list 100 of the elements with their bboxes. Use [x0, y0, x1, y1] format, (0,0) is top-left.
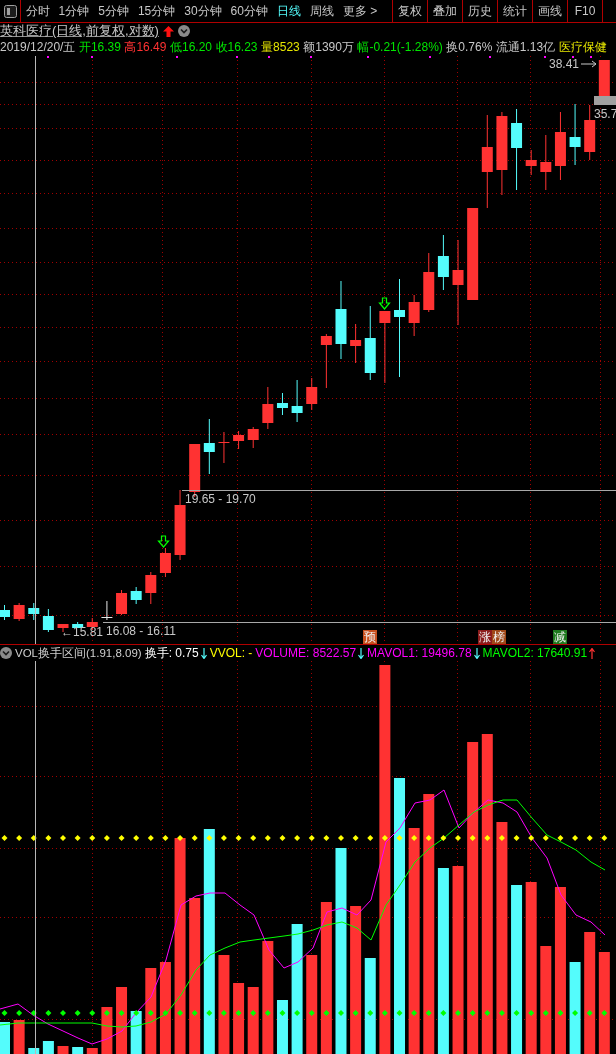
price-reading: 高16.49 — [124, 39, 167, 56]
candlestick — [554, 111, 566, 181]
volume-bar — [13, 1020, 25, 1054]
event-marker-icon — [429, 56, 431, 58]
period-tab[interactable]: 日线 — [272, 0, 306, 22]
candlestick — [72, 621, 84, 629]
event-marker-icon — [91, 56, 93, 58]
chart-title: 英科医疗(日线,前复权,对数) — [0, 23, 159, 39]
volume-bar — [276, 1000, 288, 1054]
candlestick — [423, 252, 435, 313]
event-tag[interactable]: 榜 — [492, 630, 506, 644]
tool-button[interactable]: 画线 — [532, 0, 567, 22]
down-arrow-icon — [378, 297, 391, 310]
volume-bar — [0, 1022, 10, 1054]
period-tab[interactable]: 5分钟 — [93, 0, 134, 22]
period-tab[interactable]: 周线 — [305, 0, 339, 22]
period-tab[interactable]: 更多 > — [338, 0, 382, 22]
candlestick — [350, 323, 362, 364]
date-text: 2019/12/20/五 — [0, 39, 76, 56]
chevron-down-icon[interactable] — [0, 647, 12, 659]
price-label: 38.41 — [549, 58, 580, 71]
price-reading: 收16.23 — [215, 39, 258, 56]
candlestick — [584, 104, 596, 161]
indicator-reading: VOLUME: 8522.57 — [255, 645, 357, 661]
candlestick — [408, 294, 420, 337]
candlestick — [276, 392, 288, 416]
event-marker-icon — [310, 56, 312, 58]
candlestick — [145, 571, 157, 605]
panel-icon[interactable] — [3, 4, 17, 18]
event-marker-icon — [47, 56, 49, 58]
period-tab[interactable]: 30分钟 — [179, 0, 227, 22]
candlestick — [247, 426, 259, 449]
candlestick — [203, 418, 215, 475]
candlestick — [217, 431, 230, 464]
leader-arrow-icon — [581, 60, 597, 68]
chevron-down-icon[interactable] — [177, 25, 190, 37]
event-tag[interactable]: 减 — [553, 630, 567, 644]
down-arrow-icon — [157, 535, 170, 548]
candlestick — [569, 103, 581, 166]
price-label: 35.7 — [594, 108, 616, 121]
price-reading: 开16.39 — [78, 39, 121, 56]
candlestick — [100, 600, 113, 621]
candlestick — [42, 608, 54, 633]
price-reading: 低16.20 — [169, 39, 212, 56]
candlestick — [0, 604, 10, 621]
candlestick — [13, 602, 25, 622]
price-reading: 幅-0.21(-1.28%) — [357, 39, 443, 56]
tool-button[interactable]: 历史 — [462, 0, 497, 22]
event-marker-icon — [268, 56, 270, 58]
volume-bar — [130, 1011, 142, 1054]
candlestick — [233, 430, 245, 450]
volume-bar — [57, 1046, 69, 1054]
tool-button[interactable]: 复权 — [392, 0, 427, 22]
event-marker-icon — [572, 56, 574, 58]
event-tag[interactable]: 涨 — [478, 630, 492, 644]
tool-button[interactable]: 统计 — [497, 0, 532, 22]
volume-reading: 量8523 — [261, 39, 300, 56]
candlestick — [540, 134, 552, 191]
period-tab[interactable]: 分时 — [21, 0, 54, 22]
candlestick — [598, 59, 610, 97]
event-marker-icon — [544, 56, 546, 58]
volume-bar — [101, 1007, 113, 1054]
candlestick — [437, 234, 449, 291]
volume-bar — [247, 987, 259, 1054]
candlestick — [174, 489, 186, 561]
indicator-reading: 换手: 0.75 — [144, 645, 199, 661]
event-marker-icon — [236, 56, 238, 58]
period-tab[interactable]: 15分钟 — [133, 0, 180, 22]
price-label: ←15.81 — [61, 626, 104, 639]
tool-button[interactable]: 叠加 — [427, 0, 462, 22]
indicator-reading: VVOL: - — [209, 645, 253, 661]
period-tab[interactable]: 60分钟 — [226, 0, 273, 22]
tool-button[interactable]: F10 — [567, 0, 602, 22]
period-tab[interactable]: 1分钟 — [54, 0, 94, 22]
volume-bar — [72, 1047, 84, 1054]
candlestick — [525, 149, 537, 176]
volume-bar — [28, 1048, 40, 1054]
candlestick — [320, 333, 332, 389]
stat-reading: 换0.76% — [446, 39, 493, 56]
current-price-marker — [594, 96, 616, 105]
event-marker-icon — [367, 56, 369, 58]
volume-bar — [233, 983, 245, 1054]
event-marker-icon — [176, 56, 178, 58]
stat-reading: 流通1.13亿 — [495, 39, 556, 56]
volume-bar — [116, 987, 128, 1054]
indicator-reading: MAVOL2: 17640.91 — [482, 645, 588, 661]
volume-bar — [86, 1048, 98, 1054]
volume-bar — [42, 1041, 54, 1054]
candlestick — [306, 377, 318, 411]
event-tag[interactable]: 预 — [363, 630, 377, 644]
event-marker-icon — [489, 56, 491, 58]
candlestick — [262, 386, 274, 430]
indicator-name: VOL换手区间(1.91,8.09) — [15, 646, 142, 661]
candlestick — [130, 586, 142, 605]
candlestick — [116, 589, 128, 616]
sector-label: 医疗保健 — [558, 39, 607, 56]
price-label: 19.65 - 19.70 — [185, 493, 256, 506]
candlestick — [28, 602, 40, 621]
price-label: 16.08 - 16.11 — [106, 625, 176, 638]
up-arrow-icon — [162, 25, 174, 37]
